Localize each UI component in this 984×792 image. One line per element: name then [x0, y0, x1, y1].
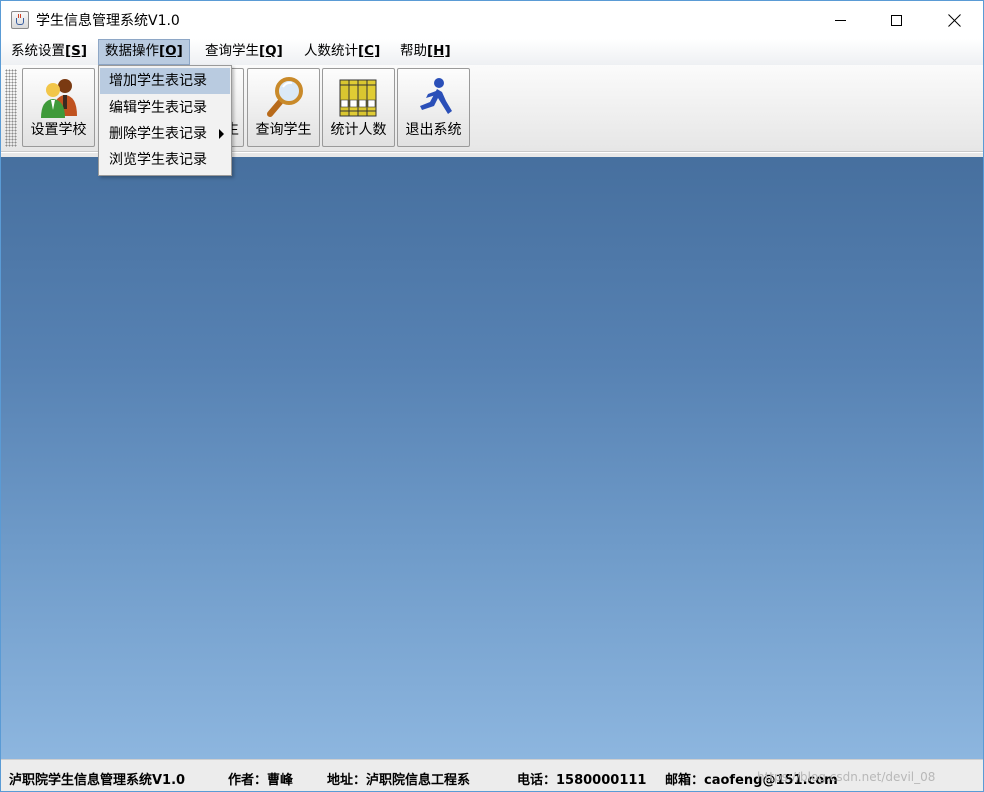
menu-item-label: 编辑学生表记录	[109, 100, 207, 116]
set-school-button[interactable]: 设置学校	[22, 68, 95, 147]
query-student-button[interactable]: 查询学生	[247, 68, 320, 147]
menu-item-label: 浏览学生表记录	[109, 152, 207, 168]
menu-help[interactable]: 帮助[H]	[394, 39, 457, 65]
maximize-icon	[890, 14, 902, 26]
app-window: 学生信息管理系统V1.0 系统设置[S] 数据操作[O] 查询学生[Q] 人数统…	[0, 0, 984, 792]
menu-mnemonic: [C]	[358, 43, 381, 59]
menu-item-edit-student-record[interactable]: 编辑学生表记录	[100, 95, 230, 121]
binders-icon	[339, 79, 376, 117]
close-icon	[948, 14, 961, 27]
desktop-pane	[1, 153, 983, 759]
button-label: 退出系统	[405, 122, 462, 138]
menu-mnemonic: [O]	[159, 43, 183, 59]
menu-item-browse-student-record[interactable]: 浏览学生表记录	[100, 147, 230, 173]
menu-data-operations[interactable]: 数据操作[O]	[98, 39, 190, 65]
title-bar[interactable]: 学生信息管理系统V1.0	[1, 1, 983, 39]
menu-item-label: 增加学生表记录	[109, 73, 207, 89]
menu-query-student[interactable]: 查询学生[Q]	[199, 39, 289, 65]
menu-item-add-student-record[interactable]: 增加学生表记录	[100, 68, 230, 94]
close-button[interactable]	[925, 1, 983, 39]
minimize-icon	[834, 19, 846, 21]
menu-label: 数据操作	[105, 43, 159, 59]
exit-system-button[interactable]: 退出系统	[397, 68, 470, 147]
menu-item-delete-student-record[interactable]: 删除学生表记录	[100, 121, 230, 147]
status-watermark: https://blog.csdn.net/devil_08	[757, 770, 936, 784]
status-author: 作者：曹峰	[228, 773, 294, 788]
count-people-button[interactable]: 统计人数	[322, 68, 395, 147]
status-address: 地址：泸职院信息工程系	[327, 773, 471, 788]
data-operations-dropdown: 增加学生表记录 编辑学生表记录 删除学生表记录 浏览学生表记录	[98, 65, 232, 176]
menu-bar: 系统设置[S] 数据操作[O] 查询学生[Q] 人数统计[C] 帮助[H]	[1, 39, 983, 65]
menu-mnemonic: [H]	[427, 43, 451, 59]
status-phone: 电话：1580000111	[517, 773, 647, 788]
menu-label: 系统设置	[11, 43, 65, 59]
menu-label: 帮助	[400, 43, 427, 59]
maximize-button[interactable]	[867, 1, 925, 39]
menu-mnemonic: [Q]	[259, 43, 283, 59]
running-man-icon	[419, 78, 452, 114]
toolbar-grip-handle[interactable]	[5, 69, 17, 147]
menu-mnemonic: [S]	[65, 43, 88, 59]
menu-label: 查询学生	[205, 43, 259, 59]
java-cup-icon	[11, 11, 29, 29]
menu-label: 人数统计	[304, 43, 358, 59]
status-bar: 泸职院学生信息管理系统V1.0 作者：曹峰 地址：泸职院信息工程系 电话：158…	[1, 759, 983, 791]
minimize-button[interactable]	[811, 1, 869, 39]
menu-count-statistics[interactable]: 人数统计[C]	[298, 39, 386, 65]
menu-system-settings[interactable]: 系统设置[S]	[5, 39, 93, 65]
magnifier-icon	[266, 77, 303, 117]
button-label: 查询学生	[255, 122, 312, 138]
window-title: 学生信息管理系统V1.0	[36, 13, 180, 29]
status-app-name: 泸职院学生信息管理系统V1.0	[9, 773, 186, 788]
users-icon	[40, 79, 77, 118]
button-label: 统计人数	[330, 122, 387, 138]
submenu-arrow-icon	[219, 129, 224, 139]
menu-item-label: 删除学生表记录	[109, 126, 207, 142]
button-label: 设置学校	[30, 122, 87, 138]
